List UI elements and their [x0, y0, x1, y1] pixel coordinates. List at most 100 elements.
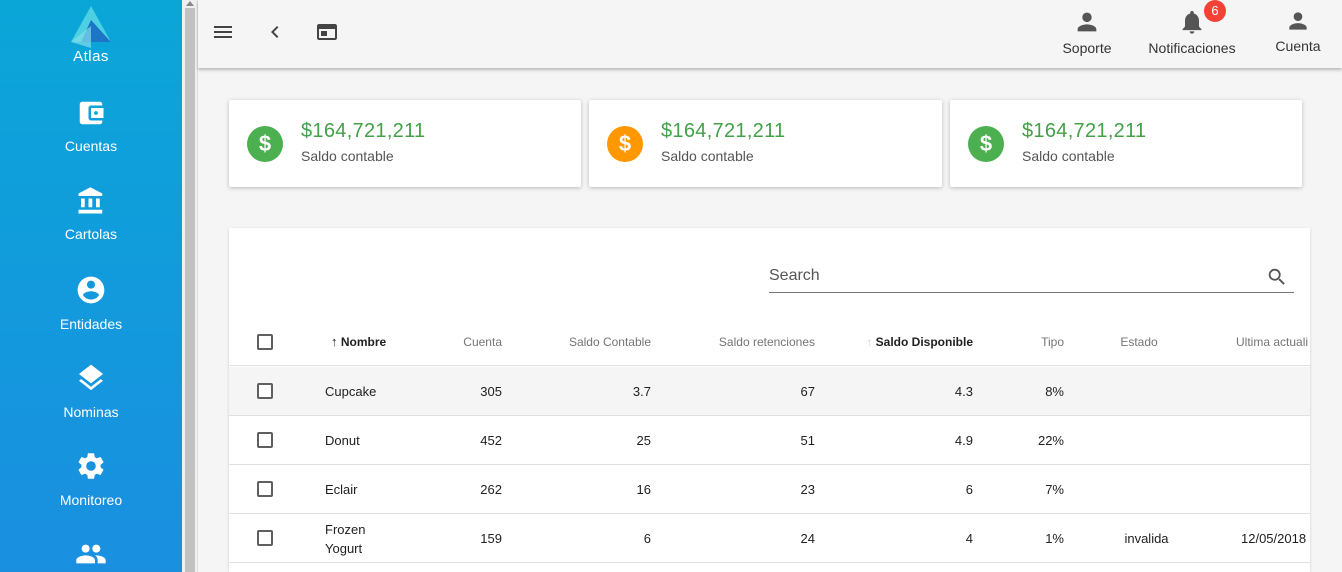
- app-name: Atlas: [73, 48, 109, 65]
- card-label: Saldo contable: [1022, 148, 1115, 164]
- cell-estado: [1109, 367, 1179, 416]
- row-checkbox[interactable]: [257, 383, 273, 399]
- sort-arrow-up-icon: ↑: [331, 334, 338, 349]
- sidebar-scrollbar[interactable]: [182, 0, 198, 572]
- summary-card: $ $164,721,211 Saldo contable: [589, 100, 942, 187]
- sidebar-item-label: Nominas: [63, 404, 119, 420]
- search-icon[interactable]: [1266, 266, 1288, 288]
- card-label: Saldo contable: [661, 148, 754, 164]
- column-label: Nombre: [340, 335, 387, 349]
- sidebar-item-monitoreo[interactable]: Monitoreo: [0, 450, 182, 508]
- sidebar-item-entidades[interactable]: Entidades: [0, 274, 182, 332]
- sidebar-item-cuentas[interactable]: Cuentas: [0, 98, 182, 154]
- menu-icon[interactable]: [211, 20, 235, 44]
- cuenta-label: Cuenta: [1275, 38, 1321, 54]
- back-chevron-icon[interactable]: [263, 20, 287, 44]
- cell-nombre: Cupcake: [325, 384, 377, 399]
- scroll-thumb[interactable]: [185, 8, 195, 572]
- top-app-bar: Soporte 6 Notificaciones Cuenta: [198, 0, 1342, 68]
- column-header-tipo[interactable]: Tipo: [999, 318, 1064, 366]
- table-row[interactable]: Frozen Yogurt 159 6 24 4 1% invalida 12/…: [229, 514, 1310, 563]
- soporte-button[interactable]: Soporte: [1060, 8, 1114, 58]
- cell-saldo-retenciones: 67: [800, 384, 815, 399]
- row-checkbox[interactable]: [257, 481, 273, 497]
- atlas-logo-icon: [71, 6, 111, 48]
- cell-nombre: Eclair: [325, 482, 358, 497]
- person-icon: [1077, 12, 1097, 32]
- column-header-saldo-retenciones[interactable]: Saldo retenciones: [669, 318, 815, 366]
- column-header-saldo-disponible[interactable]: ↑ Saldo Disponible: [829, 318, 973, 366]
- account-circle-icon: [77, 276, 105, 304]
- cell-cuenta: 262: [480, 482, 502, 497]
- bank-icon: [78, 187, 103, 214]
- person-icon: [1289, 12, 1307, 30]
- cell-cuenta: 452: [480, 433, 502, 448]
- cell-tipo: 1%: [1045, 531, 1064, 546]
- cell-saldo-contable: 3.7: [632, 384, 651, 399]
- notificaciones-label: Notificaciones: [1148, 40, 1236, 56]
- layers-icon: [79, 364, 103, 391]
- summary-card: $ $164,721,211 Saldo contable: [950, 100, 1302, 187]
- cell-saldo-contable: 25: [636, 433, 651, 448]
- cell-saldo-contable: 16: [636, 482, 651, 497]
- web-window-icon[interactable]: [315, 20, 339, 44]
- notification-count-badge: 6: [1204, 0, 1226, 22]
- cell-nombre: Frozen Yogurt: [325, 514, 365, 563]
- scroll-up-arrow-icon[interactable]: [186, 1, 194, 6]
- people-icon: [76, 544, 106, 564]
- gear-icon: [78, 453, 104, 479]
- card-label: Saldo contable: [301, 148, 394, 164]
- cell-nombre-line1: Frozen: [325, 521, 366, 537]
- card-amount: $164,721,211: [1022, 120, 1147, 142]
- cell-tipo: 22%: [1037, 433, 1064, 448]
- cell-ultima: 12/05/2018: [1241, 531, 1307, 546]
- cell-saldo-disponible: 6: [965, 482, 973, 497]
- column-header-cuenta[interactable]: Cuenta: [429, 318, 502, 366]
- row-checkbox[interactable]: [257, 530, 273, 546]
- cell-cuenta: 305: [480, 384, 502, 399]
- accounts-table-panel: ↑ Nombre Cuenta Saldo Contable Saldo ret…: [229, 228, 1310, 572]
- column-header-ultima-actualizacion[interactable]: Ultima actuali: [1236, 318, 1308, 366]
- cell-cuenta: 159: [480, 531, 502, 546]
- cell-saldo-contable: 6: [643, 531, 651, 546]
- cell-tipo: 8%: [1045, 384, 1064, 399]
- table-row[interactable]: Eclair 262 16 23 6 7%: [229, 465, 1310, 514]
- sidebar: Atlas Cuentas Cartolas Entidades Nominas…: [0, 0, 182, 572]
- sidebar-item-label: Entidades: [59, 316, 123, 332]
- sort-arrow-icon: ↑: [866, 335, 873, 349]
- notificaciones-button[interactable]: 6 Notificaciones: [1146, 0, 1238, 58]
- card-amount: $164,721,211: [661, 120, 786, 142]
- cell-estado: invalida: [1124, 531, 1169, 546]
- cell-estado: [1109, 465, 1179, 514]
- card-amount: $164,721,211: [301, 120, 426, 142]
- sidebar-item-nominas[interactable]: Nominas: [0, 362, 182, 420]
- dollar-icon: $: [607, 126, 643, 162]
- cell-saldo-retenciones: 51: [800, 433, 815, 448]
- summary-card: $ $164,721,211 Saldo contable: [229, 100, 581, 187]
- sidebar-item-label: Cuentas: [64, 138, 118, 154]
- cell-saldo-retenciones: 24: [800, 531, 815, 546]
- table-header: ↑ Nombre Cuenta Saldo Contable Saldo ret…: [229, 318, 1310, 366]
- cell-saldo-disponible: 4: [965, 531, 973, 546]
- cell-saldo-disponible: 4.3: [954, 384, 973, 399]
- sidebar-item-people[interactable]: [0, 538, 182, 572]
- table-row[interactable]: Donut 452 25 51 4.9 22%: [229, 416, 1310, 465]
- sidebar-item-cartolas[interactable]: Cartolas: [0, 186, 182, 242]
- select-all-checkbox[interactable]: [257, 334, 273, 350]
- app-logo[interactable]: Atlas: [0, 4, 182, 65]
- cell-tipo: 7%: [1045, 482, 1064, 497]
- row-checkbox[interactable]: [257, 432, 273, 448]
- cell-nombre: Donut: [325, 433, 360, 448]
- table-row[interactable]: Cupcake 305 3.7 67 4.3 8%: [229, 367, 1310, 416]
- sidebar-item-label: Cartolas: [64, 226, 118, 242]
- search-input[interactable]: [769, 266, 1249, 285]
- bell-icon: [1182, 10, 1202, 34]
- cell-estado: [1109, 416, 1179, 465]
- column-header-nombre[interactable]: ↑ Nombre: [331, 318, 386, 366]
- column-header-saldo-contable[interactable]: Saldo Contable: [529, 318, 651, 366]
- cuenta-button[interactable]: Cuenta: [1274, 8, 1322, 56]
- column-header-estado[interactable]: Estado: [1109, 318, 1169, 366]
- sidebar-item-label: Monitoreo: [59, 492, 123, 508]
- search-field[interactable]: [769, 266, 1294, 293]
- dollar-icon: $: [247, 126, 283, 162]
